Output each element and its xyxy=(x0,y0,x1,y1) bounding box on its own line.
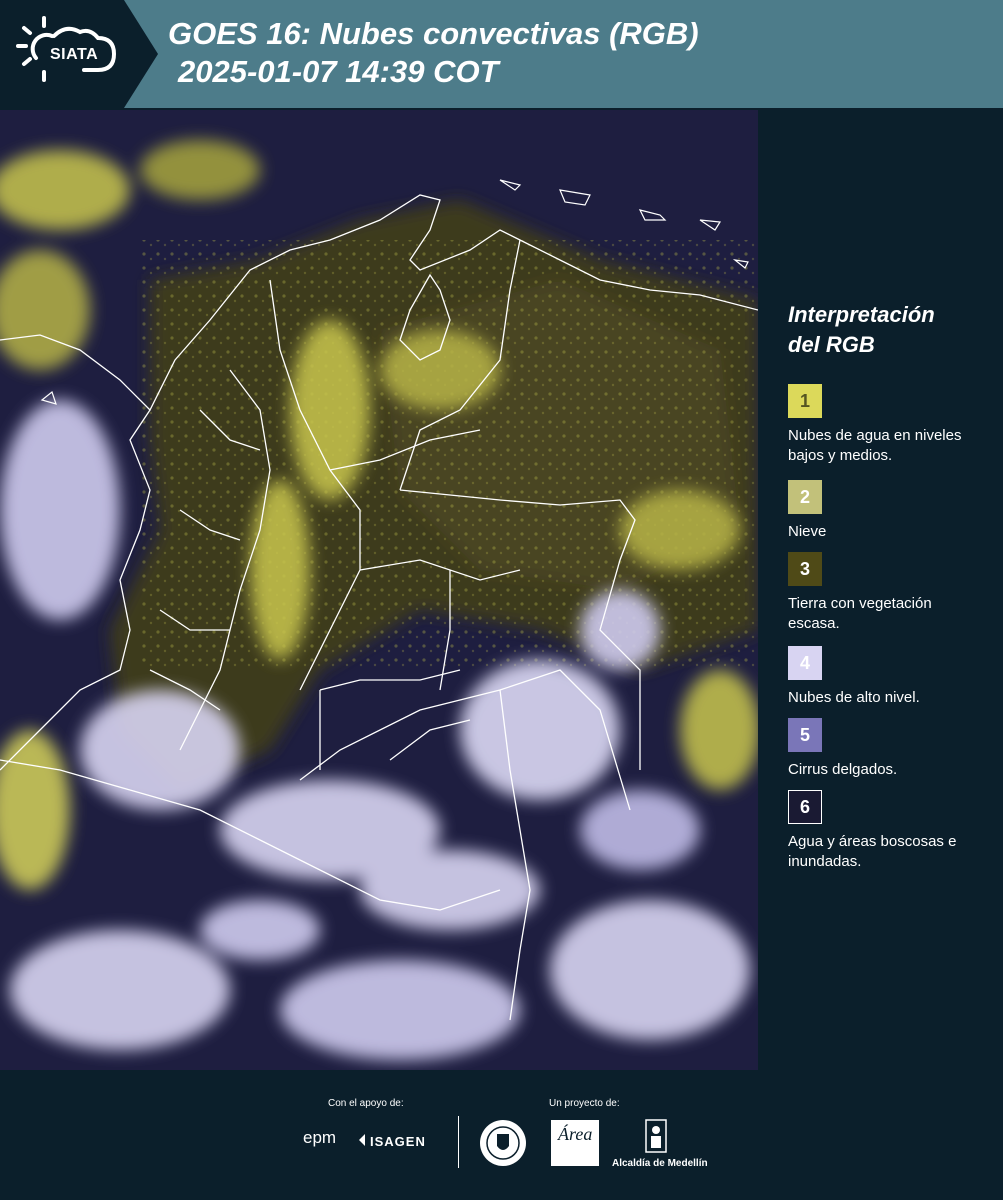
legend-desc-6: Agua y áreas boscosas e inundadas. xyxy=(788,833,957,870)
header-bar: SIATA GOES 16: Nubes convectivas (RGB) 2… xyxy=(0,0,1003,108)
legend-title-line2: del RGB xyxy=(788,332,875,357)
legend-desc-2: Nieve xyxy=(788,523,827,540)
footer: Con el apoyo de: Un proyecto de: epm ISA… xyxy=(0,1070,1003,1200)
alcaldia-shield-icon xyxy=(645,1119,667,1153)
legend-swatch-4: 4 xyxy=(788,646,822,680)
epm-logo[interactable]: epm xyxy=(303,1128,336,1148)
page-datetime: 2025-01-07 14:39 COT xyxy=(178,54,499,89)
legend-desc-5: Cirrus delgados. xyxy=(788,761,898,778)
legend-swatch-1: 1 xyxy=(788,384,822,418)
legend-desc-4: Nubes de alto nivel. xyxy=(788,689,920,706)
alcaldia-logo-text[interactable]: Alcaldía de Medellín xyxy=(612,1158,708,1169)
legend-item-4: 4 Nubes de alto nivel. xyxy=(788,646,978,708)
support-label: Con el apoyo de: xyxy=(328,1098,404,1109)
legend-panel: Interpretación del RGB 1 Nubes de agua e… xyxy=(788,300,988,870)
legend-item-6: 6 Agua y áreas boscosas e inundadas. xyxy=(788,790,978,872)
legend-item-1: 1 Nubes de agua en niveles bajos y medio… xyxy=(788,384,978,466)
siata-logo[interactable]: SIATA xyxy=(0,0,158,108)
legend-swatch-2: 2 xyxy=(788,480,822,514)
legend-desc-1: Nubes de agua en niveles bajos y medios. xyxy=(788,427,962,464)
legend-swatch-6: 6 xyxy=(788,790,822,824)
legend-item-3: 3 Tierra con vegetación escasa. xyxy=(788,552,978,634)
project-label: Un proyecto de: xyxy=(549,1098,620,1109)
isagen-mark-icon xyxy=(359,1134,365,1146)
legend-item-5: 5 Cirrus delgados. xyxy=(788,718,978,780)
isagen-logo[interactable]: ISAGEN xyxy=(370,1134,426,1149)
legend-desc-3: Tierra con vegetación escasa. xyxy=(788,595,932,632)
legend-item-2: 2 Nieve xyxy=(788,480,978,542)
footer-divider xyxy=(458,1116,459,1168)
satellite-image xyxy=(0,110,758,1070)
legend-swatch-3: 3 xyxy=(788,552,822,586)
legend-swatch-5: 5 xyxy=(788,718,822,752)
page-title: GOES 16: Nubes convectivas (RGB) xyxy=(168,16,699,51)
logo-text: SIATA xyxy=(50,46,99,63)
medellin-seal-icon[interactable] xyxy=(478,1118,528,1168)
area-logo-text: Área xyxy=(558,1124,593,1144)
legend-title-line1: Interpretación xyxy=(788,302,935,327)
